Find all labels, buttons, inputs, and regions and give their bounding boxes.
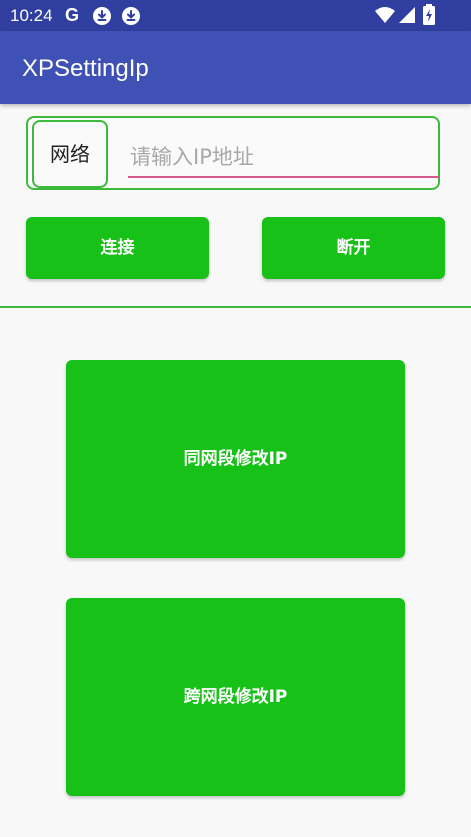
battery-charging-icon	[422, 4, 436, 30]
divider	[0, 306, 471, 308]
network-input-frame: 网络	[26, 116, 440, 190]
status-time: 10:24	[10, 6, 53, 25]
signal-icon	[398, 6, 416, 28]
network-label-box: 网络	[32, 120, 108, 188]
google-icon: G	[65, 5, 80, 25]
download-icon	[93, 7, 111, 25]
ip-address-input[interactable]	[128, 138, 440, 178]
network-label: 网络	[50, 142, 90, 166]
same-segment-modify-ip-button[interactable]: 同网段修改IP	[66, 360, 405, 558]
status-bar: 10:24 G	[0, 0, 471, 31]
download-icon	[122, 7, 140, 25]
wifi-icon	[374, 6, 396, 28]
cross-segment-modify-ip-button[interactable]: 跨网段修改IP	[66, 598, 405, 796]
app-title: XPSettingIp	[22, 55, 149, 82]
app-bar: XPSettingIp	[0, 31, 471, 104]
connect-button[interactable]: 连接	[26, 217, 209, 279]
disconnect-button[interactable]: 断开	[262, 217, 445, 279]
